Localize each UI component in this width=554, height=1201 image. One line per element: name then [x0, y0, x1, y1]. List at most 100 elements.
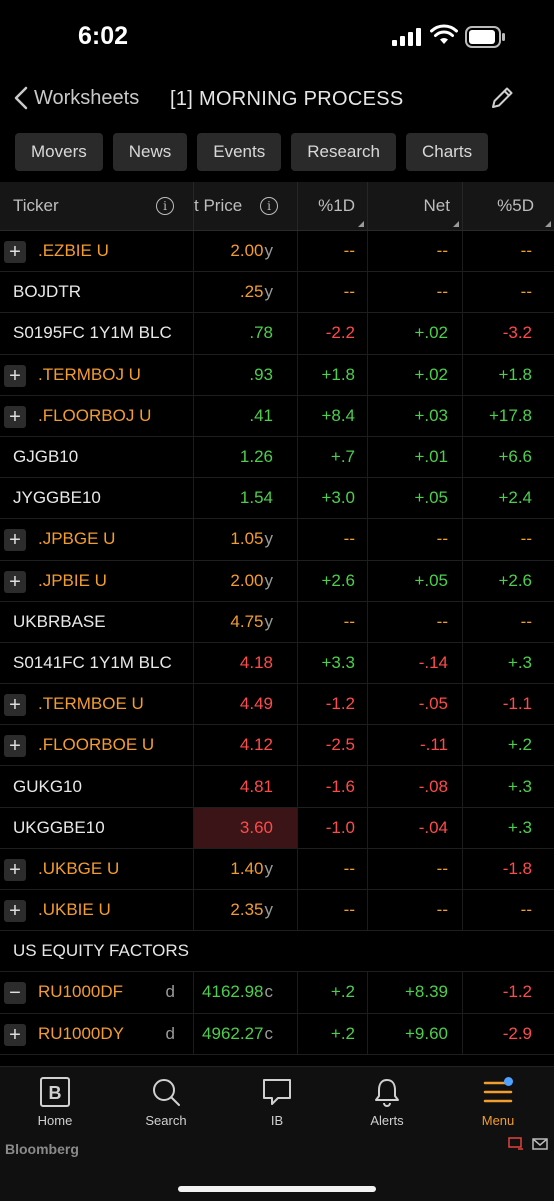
table-row[interactable]: JYGGBE10 1.54 +3.0 +.05 +2.4: [0, 478, 554, 520]
nav-home[interactable]: B Home: [15, 1077, 95, 1128]
back-label: Worksheets: [34, 86, 140, 109]
tab-events[interactable]: Events: [197, 133, 282, 171]
ticker-cell[interactable]: UKGGBE10: [0, 807, 194, 848]
pct5d-cell: -3.2: [502, 323, 532, 343]
table-row[interactable]: + .JPBGE U 1.05 y -- -- --: [0, 519, 554, 561]
table-row[interactable]: + .JPBIE U 2.00 y +2.6 +.05 +2.6: [0, 560, 554, 602]
tab-news[interactable]: News: [112, 133, 188, 171]
table-row[interactable]: + .FLOORBOJ U .41 +8.4 +.03 +17.8: [0, 395, 554, 437]
pct5d-cell: +17.8: [488, 405, 532, 425]
pct5d-cell: -1.1: [502, 694, 532, 714]
table-row[interactable]: + .TERMBOJ U .93 +1.8 +.02 +1.8: [0, 354, 554, 396]
expand-plus-icon[interactable]: +: [4, 1023, 26, 1046]
pct5d-cell: +6.6: [498, 447, 532, 467]
ticker-cell[interactable]: + .JPBGE U: [0, 519, 194, 560]
section-header[interactable]: US EQUITY FACTORS: [0, 931, 554, 973]
pct5d-cell: --: [520, 282, 532, 302]
tab-charts[interactable]: Charts: [406, 133, 489, 171]
ticker-cell[interactable]: + .FLOORBOJ U: [0, 395, 194, 436]
chat-bubble-icon: [263, 1079, 291, 1105]
ticker-cell[interactable]: BOJDTR: [0, 272, 194, 313]
collapse-minus-icon[interactable]: −: [4, 982, 26, 1005]
ticker-cell[interactable]: JYGGBE10: [0, 478, 194, 519]
expand-plus-icon[interactable]: +: [4, 694, 26, 717]
info-icon[interactable]: i: [156, 197, 174, 215]
table-row[interactable]: BOJDTR .25 y -- -- --: [0, 272, 554, 314]
expand-plus-icon[interactable]: +: [4, 858, 26, 881]
column-header-net[interactable]: Net: [368, 182, 463, 230]
price-cell: .25 y: [194, 272, 298, 313]
table-row[interactable]: + .EZBIE U 2.00 y -- -- --: [0, 231, 554, 273]
expand-plus-icon[interactable]: +: [4, 735, 26, 758]
ticker-cell[interactable]: GUKG10: [0, 766, 194, 807]
nav-menu[interactable]: Menu: [458, 1077, 538, 1128]
back-button[interactable]: Worksheets: [14, 86, 139, 110]
table-row[interactable]: + RU1000DY d 4962.27 c +.2 +9.60 -2.9: [0, 1013, 554, 1055]
column-header-ticker[interactable]: Ticker i: [0, 182, 194, 230]
pct5d-cell: --: [520, 529, 532, 549]
net-cell: -.05: [368, 684, 463, 725]
status-time: 6:02: [78, 22, 129, 50]
price-cell: 2.35 y: [194, 890, 298, 931]
nav-ib-label: IB: [270, 1113, 284, 1128]
table-row[interactable]: S0195FC 1Y1M BLC .78 -2.2 +.02 -3.2: [0, 313, 554, 355]
ticker-cell[interactable]: GJGB10: [0, 436, 194, 478]
expand-plus-icon[interactable]: +: [4, 405, 26, 428]
table-row[interactable]: + .TERMBOE U 4.49 -1.2 -.05 -1.1: [0, 684, 554, 726]
table-row[interactable]: S0141FC 1Y1M BLC 4.18 +3.3 -.14 +.3: [0, 642, 554, 685]
mail-icon[interactable]: [532, 1137, 548, 1151]
screen-share-icon[interactable]: [508, 1137, 524, 1151]
table-row[interactable]: UKGGBE10 3.60 -1.0 -.04 +.3: [0, 807, 554, 849]
ticker-cell[interactable]: S0195FC 1Y1M BLC: [0, 313, 194, 354]
ticker-name: .FLOORBOE U: [38, 735, 155, 755]
net-cell: -.14: [368, 642, 463, 684]
home-indicator[interactable]: [178, 1186, 376, 1192]
tab-research[interactable]: Research: [291, 133, 396, 171]
status-bar: 6:02: [0, 0, 554, 75]
net-cell: +.02: [368, 313, 463, 354]
ticker-name: BOJDTR: [13, 282, 81, 302]
ticker-cell[interactable]: + .EZBIE U: [0, 231, 194, 272]
expand-plus-icon[interactable]: +: [4, 241, 26, 263]
table-row[interactable]: + .FLOORBOE U 4.12 -2.5 -.11 +.2: [0, 725, 554, 767]
ticker-cell[interactable]: UKBRBASE: [0, 601, 194, 642]
price-cell: 1.26: [194, 436, 298, 478]
price-value: 4162.98: [202, 982, 264, 1002]
expand-plus-icon[interactable]: +: [4, 900, 26, 922]
ticker-cell[interactable]: + .UKBGE U: [0, 848, 194, 889]
ticker-cell[interactable]: − RU1000DF d: [0, 972, 194, 1013]
table-row[interactable]: GUKG10 4.81 -1.6 -.08 +.3: [0, 766, 554, 808]
table-row[interactable]: UKBRBASE 4.75 y -- -- --: [0, 601, 554, 643]
ticker-cell[interactable]: S0141FC 1Y1M BLC: [0, 642, 194, 684]
net-cell: +.01: [368, 436, 463, 478]
expand-plus-icon[interactable]: +: [4, 570, 26, 593]
ticker-cell[interactable]: + RU1000DY d: [0, 1013, 194, 1054]
net-cell: --: [368, 848, 463, 889]
pencil-edit-icon[interactable]: [488, 84, 516, 112]
pct5d-cell: --: [520, 611, 532, 631]
nav-alerts[interactable]: Alerts: [347, 1077, 427, 1128]
ticker-cell[interactable]: + .TERMBOJ U: [0, 354, 194, 395]
ticker-cell[interactable]: + .FLOORBOE U: [0, 725, 194, 766]
ticker-name: S0141FC 1Y1M BLC: [13, 652, 172, 672]
ticker-cell[interactable]: + .JPBIE U: [0, 560, 194, 601]
ticker-cell[interactable]: + .UKBIE U: [0, 890, 194, 931]
ticker-cell[interactable]: + .TERMBOE U: [0, 684, 194, 725]
net-cell: +.05: [368, 478, 463, 519]
pct5d-cell: +.3: [507, 776, 532, 796]
table-row[interactable]: GJGB10 1.26 +.7 +.01 +6.6: [0, 436, 554, 479]
net-cell: +.02: [368, 354, 463, 395]
table-row[interactable]: − RU1000DF d 4162.98 c +.2 +8.39 -1.2: [0, 972, 554, 1014]
table-row[interactable]: + .UKBGE U 1.40 y -- -- -1.8: [0, 848, 554, 890]
expand-plus-icon[interactable]: +: [4, 529, 26, 552]
column-header-pct1d[interactable]: %1D: [298, 182, 368, 230]
column-header-pct5d[interactable]: %5D: [463, 182, 554, 230]
table-row[interactable]: + .UKBIE U 2.35 y -- -- --: [0, 890, 554, 932]
info-icon[interactable]: i: [260, 197, 278, 215]
tab-movers[interactable]: Movers: [15, 133, 103, 171]
ticker-name: JYGGBE10: [13, 488, 101, 508]
expand-plus-icon[interactable]: +: [4, 364, 26, 387]
column-header-price[interactable]: t Price i: [194, 182, 298, 230]
nav-ib[interactable]: IB: [237, 1077, 317, 1128]
nav-search[interactable]: Search: [126, 1077, 206, 1128]
